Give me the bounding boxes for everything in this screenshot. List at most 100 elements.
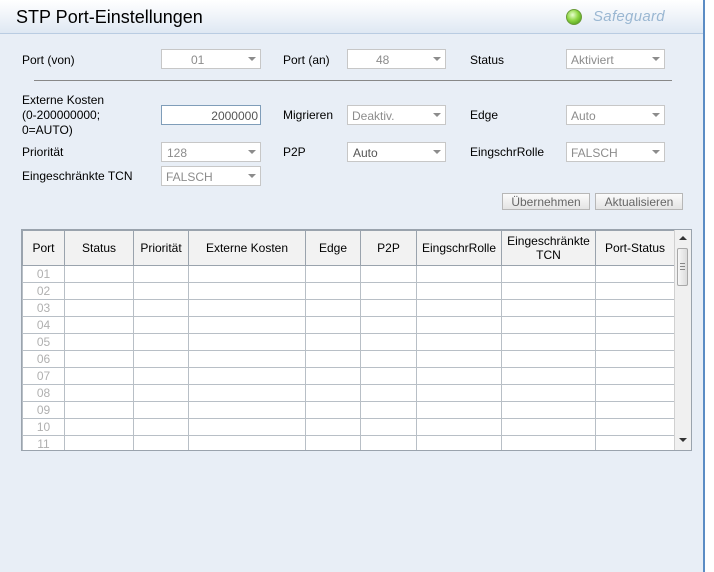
chevron-down-icon — [433, 113, 441, 117]
port-status-cell — [595, 367, 675, 385]
p2p-select[interactable]: Auto — [347, 142, 446, 162]
restricted-role-cell — [416, 435, 502, 450]
port-from-value: 01 — [191, 53, 205, 67]
restricted-tcn-cell — [501, 333, 596, 351]
restricted-tcn-cell — [501, 350, 596, 368]
external-cost-label-line2: (0-200000000; — [22, 108, 101, 122]
status-cell — [64, 367, 134, 385]
restricted-role-cell — [416, 333, 502, 351]
grip-line — [680, 266, 685, 267]
restricted-role-label: EingschrRolle — [470, 145, 545, 159]
priority-cell — [133, 299, 189, 317]
external-cost-cell — [188, 316, 306, 334]
external-cost-label-line3: 0=AUTO) — [22, 123, 73, 137]
port-status-cell — [595, 316, 675, 334]
port-cell: 03 — [22, 299, 65, 317]
edge-cell — [305, 350, 361, 368]
status-cell — [64, 316, 134, 334]
col-header-p2p: P2P — [360, 230, 417, 266]
table-row: 07 — [22, 367, 675, 385]
port-status-cell — [595, 282, 675, 300]
edge-cell — [305, 435, 361, 450]
port-cell: 11 — [22, 435, 65, 450]
table-row: 10 — [22, 418, 675, 436]
restricted-tcn-cell — [501, 299, 596, 317]
edge-cell — [305, 265, 361, 283]
port-status-cell — [595, 435, 675, 450]
p2p-cell — [360, 367, 417, 385]
restricted-tcn-cell — [501, 316, 596, 334]
status-value: Aktiviert — [571, 53, 614, 67]
title-bar: STP Port-Einstellungen Safeguard — [0, 0, 703, 34]
refresh-button[interactable]: Aktualisieren — [595, 193, 683, 210]
edge-cell — [305, 418, 361, 436]
status-cell — [64, 350, 134, 368]
edge-cell — [305, 282, 361, 300]
edge-cell — [305, 401, 361, 419]
restricted-role-cell — [416, 367, 502, 385]
edge-select[interactable]: Auto — [566, 105, 665, 125]
restricted-tcn-select[interactable]: FALSCH — [161, 166, 261, 186]
status-select[interactable]: Aktiviert — [566, 49, 665, 69]
col-header-restricted-tcn: Eingeschränkte TCN — [501, 230, 596, 266]
status-cell — [64, 282, 134, 300]
priority-select[interactable]: 128 — [161, 142, 261, 162]
col-header-port-status: Port-Status — [595, 230, 675, 266]
priority-cell — [133, 265, 189, 283]
restricted-role-cell — [416, 418, 502, 436]
settings-panel: Port (von) 01 Port (an) 48 Status Aktivi… — [0, 34, 703, 572]
grip-line — [680, 269, 685, 270]
restricted-role-value: FALSCH — [571, 146, 618, 160]
scrollbar-thumb[interactable] — [677, 248, 688, 286]
chevron-down-icon — [248, 150, 256, 154]
edge-cell — [305, 367, 361, 385]
restricted-tcn-cell — [501, 435, 596, 450]
restricted-role-cell — [416, 265, 502, 283]
port-cell: 06 — [22, 350, 65, 368]
chevron-down-icon — [652, 150, 660, 154]
restricted-tcn-cell — [501, 401, 596, 419]
external-cost-input[interactable]: 2000000 — [161, 105, 261, 125]
external-cost-cell — [188, 299, 306, 317]
external-cost-cell — [188, 401, 306, 419]
chevron-down-icon — [248, 174, 256, 178]
port-to-select[interactable]: 48 — [347, 49, 446, 69]
scroll-up-arrow-icon[interactable] — [679, 236, 687, 240]
edge-cell — [305, 316, 361, 334]
priority-value: 128 — [167, 146, 188, 160]
port-from-select[interactable]: 01 — [161, 49, 261, 69]
port-to-label: Port (an) — [283, 53, 330, 67]
table-row: 01 — [22, 265, 675, 283]
table-row: 06 — [22, 350, 675, 368]
p2p-cell — [360, 384, 417, 402]
edge-value: Auto — [571, 109, 596, 123]
port-cell: 04 — [22, 316, 65, 334]
col-header-external-cost: Externe Kosten — [188, 230, 306, 266]
chevron-down-icon — [652, 57, 660, 61]
table-header-row: Port Status Priorität Externe Kosten Edg… — [22, 230, 675, 266]
priority-cell — [133, 333, 189, 351]
col-header-port: Port — [22, 230, 65, 266]
table-row: 09 — [22, 401, 675, 419]
port-status-cell — [595, 299, 675, 317]
external-cost-cell — [188, 350, 306, 368]
port-cell: 05 — [22, 333, 65, 351]
apply-button[interactable]: Übernehmen — [502, 193, 590, 210]
status-cell — [64, 333, 134, 351]
p2p-cell — [360, 401, 417, 419]
restricted-role-select[interactable]: FALSCH — [566, 142, 665, 162]
migrate-select[interactable]: Deaktiv. — [347, 105, 446, 125]
priority-cell — [133, 350, 189, 368]
table-scrollbar[interactable] — [674, 230, 691, 450]
safeguard-status-light-icon — [566, 9, 582, 25]
table-row: 04 — [22, 316, 675, 334]
p2p-cell — [360, 350, 417, 368]
restricted-role-cell — [416, 401, 502, 419]
col-header-edge: Edge — [305, 230, 361, 266]
scroll-down-arrow-icon[interactable] — [679, 438, 687, 442]
migrate-label: Migrieren — [283, 108, 334, 122]
port-cell: 09 — [22, 401, 65, 419]
p2p-cell — [360, 282, 417, 300]
col-header-status: Status — [64, 230, 134, 266]
safeguard-indicator: Safeguard — [566, 8, 686, 28]
